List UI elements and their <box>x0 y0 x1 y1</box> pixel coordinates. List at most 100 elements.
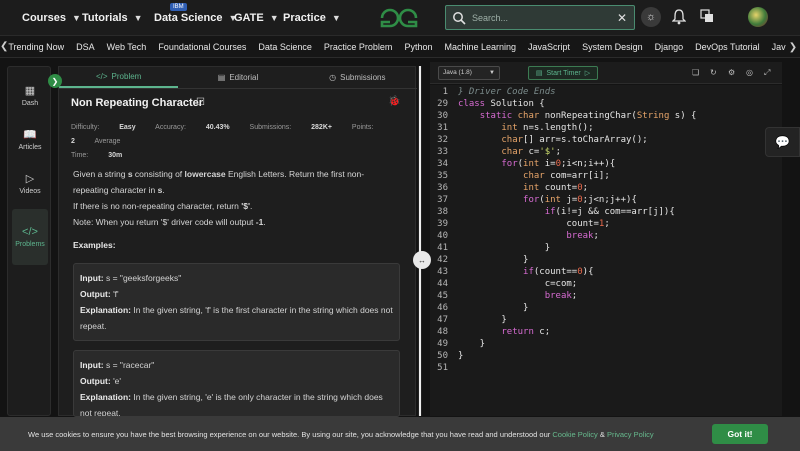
language-select[interactable]: Java (1.8) ▼ <box>438 66 500 80</box>
privacy-policy-link[interactable]: Privacy Policy <box>607 430 654 439</box>
tab-submissions[interactable]: ◷ Submissions <box>298 67 417 88</box>
example-label: Output: <box>80 376 111 386</box>
menu-practice[interactable]: Practice ▼ <box>283 0 341 36</box>
bug-report-icon[interactable]: 🐞 <box>388 96 400 107</box>
line-number: 40 <box>437 231 448 241</box>
sidebar-item-articles[interactable]: 📖 Articles <box>12 123 48 155</box>
reset-icon[interactable]: ↻ <box>710 68 717 77</box>
gfg-logo-icon[interactable] <box>378 6 420 30</box>
menu-label: Courses <box>22 12 67 24</box>
search-input[interactable]: Search... <box>472 13 617 23</box>
line-number: 35 <box>437 171 448 181</box>
code-line: } <box>458 243 551 253</box>
copy-icon[interactable]: ❏ <box>692 68 699 77</box>
problem-meta: Difficulty: Easy Accuracy: 40.43% Submis… <box>71 121 401 163</box>
example-output: 'f' <box>113 289 119 299</box>
chevron-down-icon: ▼ <box>489 70 495 76</box>
line-number: 44 <box>437 279 448 289</box>
settings-icon[interactable]: ⚙ <box>728 68 735 77</box>
meta-label: Average <box>94 138 121 145</box>
line-number: 1 <box>442 87 448 97</box>
bookmark-icon[interactable]: ☐ <box>196 97 205 108</box>
secnav-item[interactable]: Foundational Courses <box>158 42 246 52</box>
document-icon: ▤ <box>217 73 226 82</box>
secnav-item[interactable]: Practice Problem <box>324 42 393 52</box>
timer-icon: ▤ <box>535 70 543 77</box>
sidebar-item-label: Articles <box>18 143 42 151</box>
sidebar-item-videos[interactable]: ▷ Videos <box>12 167 48 199</box>
tab-editorial[interactable]: ▤ Editorial <box>178 67 297 88</box>
scroll-right-icon[interactable]: ❯ <box>786 36 800 57</box>
got-it-button[interactable]: Got it! <box>712 424 768 444</box>
menu-gate[interactable]: GATE ▼ <box>234 0 279 36</box>
accuracy-value: 40.43% <box>205 124 230 131</box>
code-editor[interactable]: 1 29 30 31 32 33 34 35 36 37 38 39 40 41 42 43 44 45 46 47 4… <box>430 85 782 416</box>
line-number: 48 <box>437 327 448 337</box>
line-number: 37 <box>437 195 448 205</box>
resize-handle-icon[interactable]: ↔ <box>413 251 431 269</box>
chevron-down-icon: ▼ <box>269 13 279 23</box>
desc-text: If there is no non-repeating character, … <box>73 201 242 211</box>
cookie-text-wrap: We use cookies to ensure you have the be… <box>28 430 654 439</box>
book-icon: 📖 <box>23 128 37 141</box>
secnav-item[interactable]: DevOps Tutorial <box>695 42 760 52</box>
cookie-policy-link[interactable]: Cookie Policy <box>552 430 597 439</box>
theme-icon[interactable]: ◎ <box>746 68 753 77</box>
start-timer-button[interactable]: ▤ Start Timer ▷ <box>528 66 598 80</box>
code-line: char c='$'; <box>501 147 561 157</box>
translate-icon[interactable] <box>700 9 714 23</box>
fullscreen-icon[interactable]: ⤢ <box>764 68 770 78</box>
example-label: Explanation: <box>80 305 132 315</box>
meta-label: Points: <box>351 124 374 131</box>
menu-label: Practice <box>283 12 326 24</box>
tab-problem[interactable]: </> Problem <box>59 67 179 88</box>
language-value: Java (1.8) <box>443 69 472 76</box>
code-line: c=com; <box>458 279 578 289</box>
secnav-item[interactable]: Web Tech <box>107 42 147 52</box>
close-icon[interactable]: ✕ <box>617 11 627 25</box>
chevron-down-icon: ▼ <box>133 13 143 23</box>
secnav-item[interactable]: DSA <box>76 42 95 52</box>
line-number: 34 <box>437 159 448 169</box>
line-number: 36 <box>437 183 448 193</box>
code-line: } <box>458 351 464 361</box>
theme-toggle-icon[interactable]: ☼ <box>641 7 661 27</box>
bell-icon[interactable] <box>672 9 686 25</box>
chevron-down-icon: ▼ <box>72 13 81 23</box>
code-line: count=1; <box>458 219 610 229</box>
example-label: Explanation: <box>80 392 132 402</box>
line-number: 47 <box>437 315 448 325</box>
menu-data-science[interactable]: Data Science ▼ <box>154 0 237 36</box>
code-line: break; <box>544 291 578 301</box>
scroll-left-icon[interactable]: ❮ <box>0 41 8 52</box>
line-number: 29 <box>437 99 448 109</box>
left-sidebar: ▦ Dash 📖 Articles ▷ Videos </> Problems <box>7 66 51 416</box>
chat-icon[interactable]: 💬 <box>765 127 800 157</box>
avatar[interactable] <box>748 7 768 27</box>
sidebar-item-label: Dash <box>21 99 39 107</box>
search-box[interactable]: Search... ✕ <box>445 5 635 30</box>
problem-description: Given a string s consisting of lowercase… <box>73 166 399 230</box>
example-label: Input: <box>80 273 104 283</box>
desc-text: . <box>263 217 266 227</box>
secnav-item[interactable]: JavaScript <box>528 42 570 52</box>
expand-sidebar-icon[interactable]: ❯ <box>48 74 62 88</box>
code-line: } <box>458 303 529 313</box>
start-timer-label: Start Timer <box>546 69 581 77</box>
menu-tutorials[interactable]: Tutorials ▼ <box>82 0 143 36</box>
code-line: } <box>458 315 507 325</box>
secnav-item[interactable]: Python <box>404 42 432 52</box>
problem-tabs: </> Problem ▤ Editorial ◷ Submissions <box>59 67 417 89</box>
dashboard-icon: ▦ <box>24 84 36 97</box>
menu-courses[interactable]: Courses ▼ <box>22 0 81 36</box>
secnav-item[interactable]: Machine Learning <box>444 42 516 52</box>
sidebar-item-dash[interactable]: ▦ Dash <box>12 79 48 111</box>
example-box: Input: s = "geeksforgeeks" Output: 'f' E… <box>73 263 400 341</box>
secnav-item[interactable]: Django <box>655 42 684 52</box>
sidebar-item-problems[interactable]: </> Problems <box>12 209 48 265</box>
line-number: 32 <box>437 135 448 145</box>
secnav-item[interactable]: Data Science <box>258 42 312 52</box>
scrollbar[interactable] <box>419 66 421 416</box>
secnav-item[interactable]: System Design <box>582 42 643 52</box>
secnav-item[interactable]: Trending Now <box>8 42 64 52</box>
